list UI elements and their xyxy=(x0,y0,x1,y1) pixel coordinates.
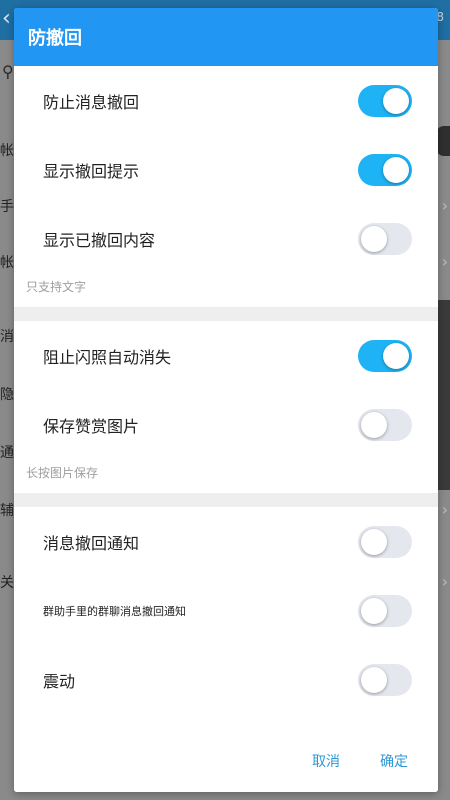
search-icon: ⚲ xyxy=(2,62,14,81)
ok-button[interactable]: 确定 xyxy=(380,751,408,771)
toggle-knob xyxy=(361,597,387,624)
chevron-right-icon: › xyxy=(441,500,448,519)
setting-row-show-recalled-content[interactable]: 显示已撤回内容 xyxy=(14,204,438,273)
toggle-knob xyxy=(383,342,409,369)
section-hint: 长按图片保存 xyxy=(26,466,99,480)
setting-row-save-reward-image[interactable]: 保存赞赏图片 xyxy=(14,390,438,459)
anti-recall-dialog: 防撤回 防止消息撤回 显示撤回提示 显示已撤回内容 只支持文字 阻止闪照自动消失… xyxy=(14,8,438,792)
section-hint: 只支持文字 xyxy=(26,280,87,294)
toggle-switch[interactable] xyxy=(358,153,412,186)
toggle-switch[interactable] xyxy=(358,339,412,372)
toggle-knob xyxy=(361,225,387,252)
setting-label: 震动 xyxy=(43,671,76,691)
toggle-switch[interactable] xyxy=(358,663,412,696)
toggle-switch[interactable] xyxy=(358,408,412,441)
settings-section: 阻止闪照自动消失 保存赞赏图片 长按图片保存 xyxy=(14,321,438,493)
setting-label: 显示已撤回内容 xyxy=(43,230,156,250)
setting-label: 阻止闪照自动消失 xyxy=(43,347,172,367)
toggle-switch[interactable] xyxy=(358,84,412,117)
dialog-footer: 取消 确定 xyxy=(14,730,438,792)
setting-label: 显示撤回提示 xyxy=(43,161,140,181)
toggle-knob xyxy=(361,528,387,555)
setting-row-recall-notification[interactable]: 消息撤回通知 xyxy=(14,507,438,576)
setting-row-prevent-recall[interactable]: 防止消息撤回 xyxy=(14,66,438,135)
setting-row-block-flash-photo[interactable]: 阻止闪照自动消失 xyxy=(14,321,438,390)
toggle-knob xyxy=(383,87,409,114)
toggle-knob xyxy=(383,156,409,183)
dialog-title: 防撤回 xyxy=(28,28,82,49)
setting-label: 保存赞赏图片 xyxy=(43,416,140,436)
background-left-char: 消 xyxy=(0,329,14,345)
setting-row-group-assistant-notification[interactable]: 群助手里的群聊消息撤回通知 xyxy=(14,576,438,645)
background-left-char: 手 xyxy=(0,199,14,215)
setting-row-show-recall-tip[interactable]: 显示撤回提示 xyxy=(14,135,438,204)
background-dark-bar xyxy=(438,300,450,490)
background-left-char: 关 xyxy=(0,575,14,591)
background-left-char: 隐 xyxy=(0,387,14,403)
toggle-switch[interactable] xyxy=(358,594,412,627)
settings-section: 防止消息撤回 显示撤回提示 显示已撤回内容 只支持文字 xyxy=(14,66,438,307)
background-avatar xyxy=(436,126,450,156)
dialog-header: 防撤回 xyxy=(14,8,438,66)
setting-label: 消息撤回通知 xyxy=(43,533,140,553)
background-left-char: 辅 xyxy=(0,503,14,519)
toggle-knob xyxy=(361,666,387,693)
setting-label: 群助手里的群聊消息撤回通知 xyxy=(43,604,186,618)
toggle-switch[interactable] xyxy=(358,222,412,255)
chevron-right-icon: › xyxy=(441,252,448,271)
setting-row-vibrate[interactable]: 震动 xyxy=(14,645,438,714)
chevron-right-icon: › xyxy=(441,572,448,591)
setting-label: 防止消息撤回 xyxy=(43,92,140,112)
toggle-knob xyxy=(361,411,387,438)
toggle-switch[interactable] xyxy=(358,525,412,558)
chevron-right-icon: › xyxy=(441,196,448,215)
background-left-char: 通 xyxy=(0,445,14,461)
back-arrow-icon: ‹ xyxy=(2,6,11,31)
background-left-char: 帐 xyxy=(0,255,14,271)
section-divider xyxy=(14,493,438,507)
background-left-char: 帐 xyxy=(0,143,14,159)
cancel-button[interactable]: 取消 xyxy=(312,751,340,771)
section-divider xyxy=(14,307,438,321)
